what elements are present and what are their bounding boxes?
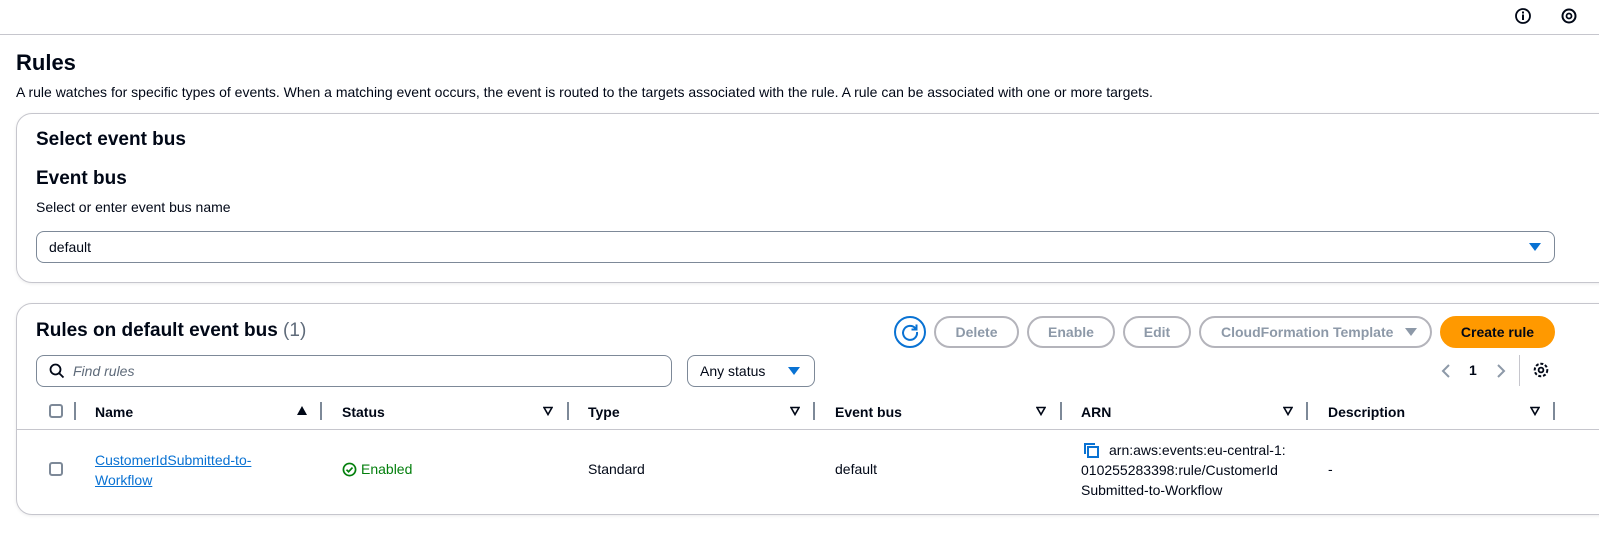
description-cell: - — [1328, 461, 1333, 477]
status-cell: Enabled — [342, 459, 412, 479]
event-bus-cell: default — [835, 461, 878, 477]
caret-down-icon — [1529, 243, 1541, 251]
current-page-number[interactable]: 1 — [1469, 362, 1477, 378]
type-cell: Standard — [588, 461, 645, 477]
sort-icon[interactable] — [1530, 406, 1540, 416]
column-separator[interactable] — [1060, 402, 1062, 420]
arn-line: arn:aws:events:eu-central-1: — [1109, 442, 1286, 458]
table-header-divider — [17, 429, 1599, 430]
column-separator[interactable] — [1306, 402, 1308, 420]
edit-button[interactable]: Edit — [1123, 316, 1191, 348]
select-all-checkbox[interactable] — [49, 404, 63, 418]
check-circle-icon — [342, 462, 357, 477]
cloudformation-template-button[interactable]: CloudFormation Template — [1199, 316, 1432, 348]
column-separator[interactable] — [320, 402, 322, 420]
rules-count: (1) — [283, 320, 307, 341]
delete-button[interactable]: Delete — [934, 316, 1019, 348]
column-header-type[interactable]: Type — [588, 403, 620, 421]
sort-icon[interactable] — [1036, 406, 1046, 416]
search-icon — [49, 363, 65, 379]
refresh-icon — [902, 324, 919, 341]
page-description: A rule watches for specific types of eve… — [16, 84, 1153, 100]
arn-cell: arn:aws:events:eu-central-1: 01025528339… — [1081, 440, 1286, 500]
rule-name-line: Workflow — [95, 472, 153, 488]
column-header-arn[interactable]: ARN — [1081, 403, 1111, 421]
status-filter-value: Any status — [700, 363, 766, 379]
column-header-event-bus[interactable]: Event bus — [835, 403, 902, 421]
search-placeholder: Find rules — [73, 363, 135, 379]
previous-page-icon[interactable] — [1440, 363, 1452, 379]
search-input[interactable]: Find rules — [36, 355, 672, 387]
sort-icon[interactable] — [790, 406, 800, 416]
event-bus-select-value: default — [49, 239, 92, 255]
event-bus-select[interactable]: default — [36, 231, 1555, 263]
gear-icon[interactable] — [1560, 7, 1578, 25]
arn-line: Submitted-to-Workflow — [1081, 482, 1223, 498]
arn-line: 010255283398:rule/CustomerId — [1081, 462, 1278, 478]
column-separator — [74, 402, 76, 420]
sort-icon[interactable] — [543, 406, 553, 416]
enable-button[interactable]: Enable — [1027, 316, 1115, 348]
column-header-status[interactable]: Status — [342, 403, 385, 421]
caret-down-icon — [788, 367, 800, 375]
column-header-description[interactable]: Description — [1328, 403, 1405, 421]
event-bus-description: Select or enter event bus name — [36, 199, 231, 215]
copy-icon[interactable] — [1083, 442, 1100, 459]
event-bus-label: Event bus — [36, 168, 127, 189]
cloudformation-template-label: CloudFormation Template — [1221, 324, 1394, 340]
event-bus-panel-heading: Select event bus — [36, 129, 186, 150]
status-text: Enabled — [361, 461, 413, 477]
rule-name-line: CustomerIdSubmitted-to- — [95, 452, 252, 468]
create-rule-button[interactable]: Create rule — [1440, 316, 1555, 348]
sort-icon[interactable] — [1283, 406, 1293, 416]
table-settings-gear-icon[interactable] — [1532, 361, 1550, 379]
status-filter-select[interactable]: Any status — [687, 355, 815, 387]
top-bar — [0, 0, 1599, 35]
pager-divider — [1519, 355, 1520, 386]
caret-down-icon — [1405, 328, 1417, 336]
rules-panel-title: Rules on default event bus — [36, 320, 278, 341]
rule-name-link[interactable]: CustomerIdSubmitted-to- Workflow — [95, 450, 251, 490]
column-header-name[interactable]: Name — [95, 403, 133, 421]
column-separator[interactable] — [1553, 402, 1555, 420]
column-separator[interactable] — [813, 402, 815, 420]
page-title: Rules — [16, 50, 76, 75]
row-checkbox[interactable] — [49, 462, 63, 476]
column-separator[interactable] — [567, 402, 569, 420]
next-page-icon[interactable] — [1495, 363, 1507, 379]
sort-ascending-icon[interactable] — [297, 406, 307, 415]
info-icon[interactable] — [1514, 7, 1532, 25]
rules-panel-heading: Rules on default event bus (1) — [36, 319, 306, 343]
refresh-button[interactable] — [894, 316, 926, 348]
